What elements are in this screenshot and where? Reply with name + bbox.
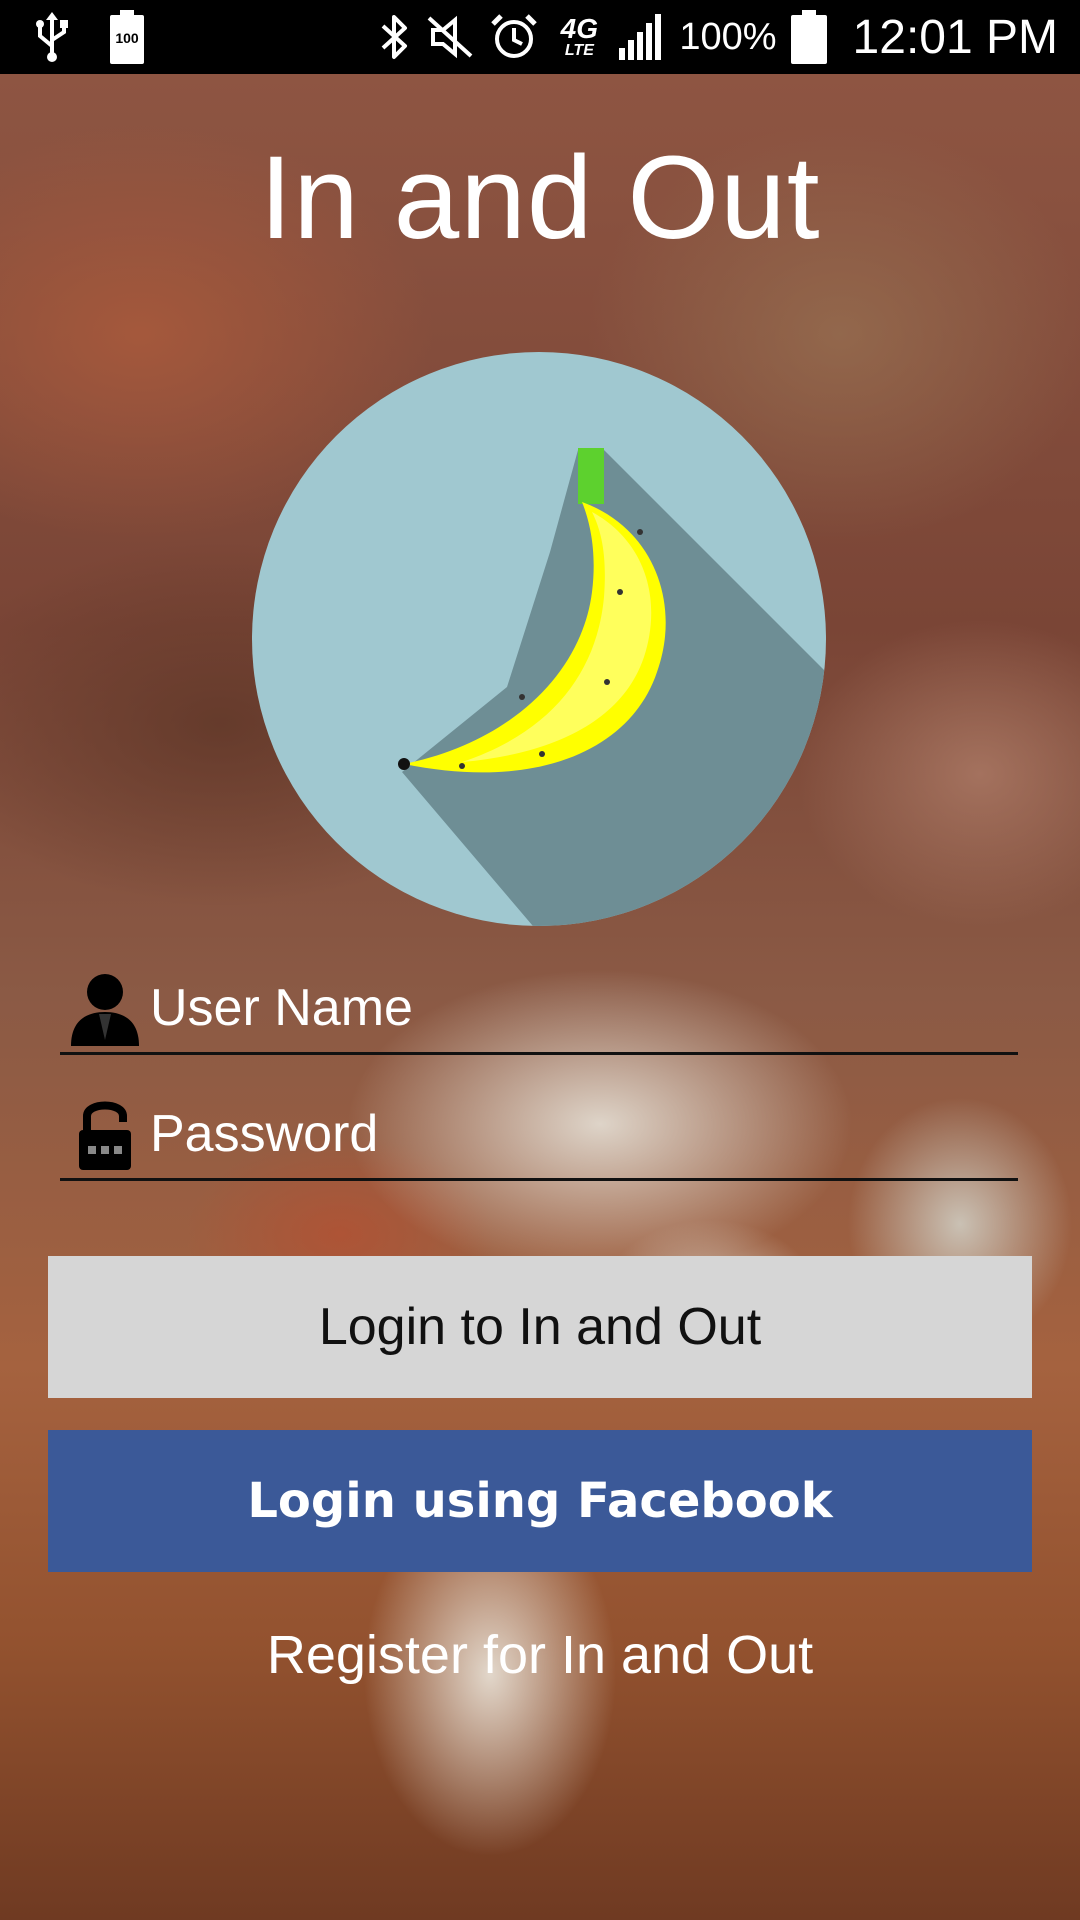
network-type-label: 4G — [560, 13, 599, 44]
usb-icon — [34, 12, 70, 62]
password-input[interactable] — [150, 1104, 1018, 1164]
mute-icon — [425, 12, 475, 62]
username-field[interactable] — [60, 964, 1018, 1055]
register-link[interactable]: Register for In and Out — [0, 1624, 1080, 1686]
battery-percent: 100% — [679, 15, 777, 58]
network-sub-label: LTE — [564, 42, 594, 59]
username-input[interactable] — [150, 978, 1018, 1038]
bluetooth-icon — [377, 12, 411, 62]
battery-status-label: 100 — [115, 30, 139, 46]
network-type-icon: 4G LTE — [553, 15, 605, 59]
facebook-login-button[interactable]: Login using Facebook — [48, 1430, 1032, 1572]
battery-status-icon: 100 — [110, 10, 144, 64]
signal-icon — [619, 14, 665, 60]
password-field[interactable] — [60, 1090, 1018, 1181]
user-icon — [60, 964, 150, 1052]
app-title: In and Out — [259, 132, 821, 264]
banana-logo — [252, 352, 826, 926]
lock-icon — [60, 1090, 150, 1178]
status-bar: 100 4G LTE 100% 12:01 PM — [0, 0, 1080, 74]
clock: 12:01 PM — [852, 10, 1058, 64]
battery-icon — [790, 10, 827, 64]
alarm-icon — [489, 12, 539, 62]
login-button[interactable]: Login to In and Out — [48, 1256, 1032, 1398]
